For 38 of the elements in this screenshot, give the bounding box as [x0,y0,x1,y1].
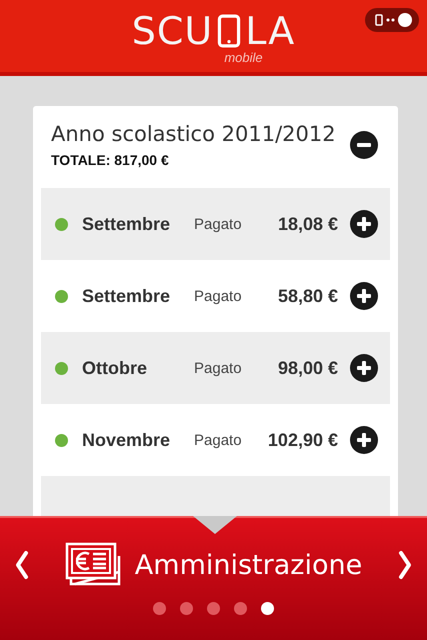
status-label: Pagato [194,288,243,304]
page-dot[interactable] [207,602,220,615]
payment-row[interactable]: Ottobre Pagato 98,00 € [41,332,390,404]
amount-label: 98,00 € [276,358,338,378]
page-dot[interactable] [234,602,247,615]
section-title: Amministrazione [134,550,362,580]
amount-label: 18,08 € [276,214,338,234]
status-label: Pagato [194,432,243,448]
toggle-icon[interactable] [365,8,419,32]
logo-subtitle: mobile [224,50,263,65]
expand-icon[interactable] [350,282,378,310]
phone-icon [217,14,242,48]
month-label: Settembre [82,286,172,306]
amount-label: 102,90 € [266,430,338,450]
expand-icon[interactable] [350,426,378,454]
payment-row[interactable]: Novembre Pagato 102,90 € [41,404,390,476]
payment-row[interactable]: Settembre Pagato 18,08 € [41,188,390,260]
next-icon[interactable] [397,550,413,580]
payment-row[interactable]: Settembre Pagato 58,80 € [41,260,390,332]
expand-icon[interactable] [350,354,378,382]
status-label: Pagato [194,360,243,376]
logo-text: LA [245,10,296,52]
pointer-icon [193,516,237,534]
month-label: Novembre [82,430,172,450]
year-title: Anno scolastico 2011/2012 [51,122,336,146]
page-dot[interactable] [153,602,166,615]
page-dot[interactable] [261,602,274,615]
month-label: Ottobre [82,358,148,378]
previous-icon[interactable] [14,550,30,580]
page-dot[interactable] [180,602,193,615]
status-label: Pagato [194,216,243,232]
banknotes-icon [64,542,123,588]
month-label: Settembre [82,214,172,234]
amount-label: 58,80 € [276,286,338,306]
collapse-icon[interactable] [350,131,378,159]
year-total: TOTALE: 817,00 € [51,152,170,168]
logo-text: SCU [132,10,214,52]
expand-icon[interactable] [350,210,378,238]
